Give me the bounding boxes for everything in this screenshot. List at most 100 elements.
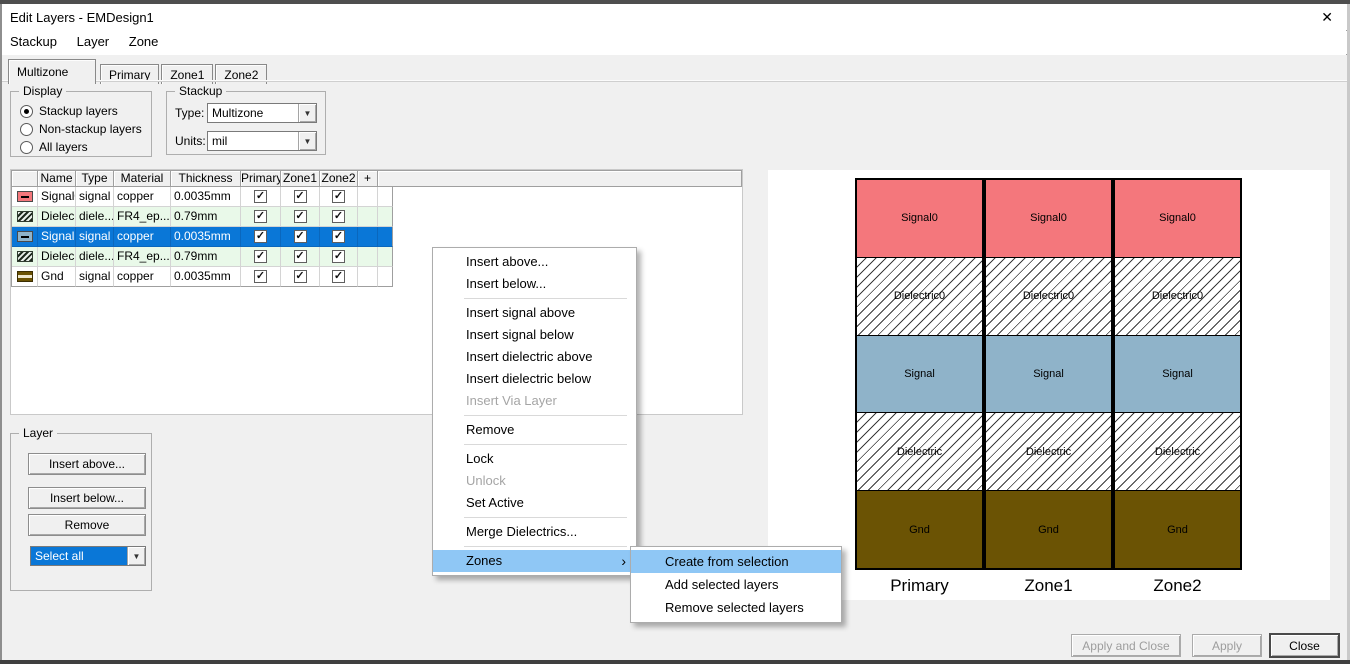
zones-submenu: Create from selection Add selected layer… bbox=[630, 546, 842, 623]
header-type[interactable]: Type bbox=[76, 171, 114, 187]
layer-group-label: Layer bbox=[19, 426, 57, 440]
tab-zone1[interactable]: Zone1 bbox=[161, 64, 213, 84]
menu-item-set-active[interactable]: Set Active bbox=[433, 492, 636, 514]
layer-context-menu: Insert above... Insert below... Insert s… bbox=[432, 247, 637, 576]
table-row-dielectric[interactable]: Dielec... diele... FR4_ep... 0.79mm ✓ ✓ … bbox=[12, 247, 393, 267]
preview-layer-gnd: Gnd bbox=[857, 490, 982, 568]
menu-item-insert-dielectric-below[interactable]: Insert dielectric below bbox=[433, 368, 636, 390]
table-row-signal-selected[interactable]: Signal signal copper 0.0035mm ✓ ✓ ✓ bbox=[12, 227, 393, 247]
select-all-dropdown[interactable]: Select all ▼ bbox=[30, 546, 146, 566]
header-material[interactable]: Material bbox=[114, 171, 171, 187]
zone1-checkbox[interactable]: ✓ bbox=[294, 230, 307, 243]
preview-layer-signal0: Signal0 bbox=[1115, 180, 1240, 257]
apply-button: Apply bbox=[1192, 634, 1262, 657]
preview-layer-signal0: Signal0 bbox=[986, 180, 1111, 257]
chevron-down-icon[interactable]: ▼ bbox=[298, 104, 316, 122]
menu-item-insert-signal-above[interactable]: Insert signal above bbox=[433, 302, 636, 324]
zone2-checkbox[interactable]: ✓ bbox=[332, 190, 345, 203]
cell-thickness: 0.79mm bbox=[171, 247, 241, 267]
header-primary[interactable]: Primary bbox=[241, 171, 281, 187]
zone1-checkbox[interactable]: ✓ bbox=[294, 250, 307, 263]
units-label: Units: bbox=[175, 134, 206, 148]
menu-stackup[interactable]: Stackup bbox=[2, 31, 65, 49]
menu-item-merge-dielectrics[interactable]: Merge Dielectrics... bbox=[433, 521, 636, 543]
cell-thickness: 0.0035mm bbox=[171, 187, 241, 207]
apply-and-close-button: Apply and Close bbox=[1071, 634, 1181, 657]
preview-layer-gnd: Gnd bbox=[986, 490, 1111, 568]
stackup-type-value: Multizone bbox=[208, 106, 298, 120]
preview-layer-signal: Signal bbox=[1115, 335, 1240, 413]
primary-checkbox[interactable]: ✓ bbox=[254, 270, 267, 283]
tab-primary[interactable]: Primary bbox=[100, 64, 159, 84]
primary-checkbox[interactable]: ✓ bbox=[254, 250, 267, 263]
chevron-down-icon[interactable]: ▼ bbox=[127, 547, 145, 565]
zone1-checkbox[interactable]: ✓ bbox=[294, 190, 307, 203]
menu-item-lock[interactable]: Lock bbox=[433, 448, 636, 470]
zone-label-primary: Primary bbox=[855, 576, 984, 596]
zone2-checkbox[interactable]: ✓ bbox=[332, 210, 345, 223]
menu-layer[interactable]: Layer bbox=[69, 31, 118, 49]
menu-separator bbox=[464, 298, 627, 299]
menu-item-insert-dielectric-above[interactable]: Insert dielectric above bbox=[433, 346, 636, 368]
cell-thickness: 0.79mm bbox=[171, 207, 241, 227]
cell-name: Dielec... bbox=[38, 207, 76, 227]
menu-item-insert-signal-below[interactable]: Insert signal below bbox=[433, 324, 636, 346]
menu-item-zones[interactable]: Zones › bbox=[433, 550, 636, 572]
menu-zone[interactable]: Zone bbox=[121, 31, 167, 49]
primary-checkbox[interactable]: ✓ bbox=[254, 230, 267, 243]
tab-multizone[interactable]: Multizone bbox=[8, 59, 96, 84]
chevron-down-icon[interactable]: ▼ bbox=[298, 132, 316, 150]
table-row-gnd[interactable]: Gnd signal copper 0.0035mm ✓ ✓ ✓ bbox=[12, 267, 393, 287]
menu-item-remove[interactable]: Remove bbox=[433, 419, 636, 441]
zone-label-zone1: Zone1 bbox=[984, 576, 1113, 596]
table-row-signal0[interactable]: Signal0 signal copper 0.0035mm ✓ ✓ ✓ bbox=[12, 187, 393, 207]
menu-item-add-selected-layers[interactable]: Add selected layers bbox=[631, 573, 841, 596]
remove-button[interactable]: Remove bbox=[28, 514, 146, 536]
stackup-type-select[interactable]: Multizone ▼ bbox=[207, 103, 317, 123]
zone2-checkbox[interactable]: ✓ bbox=[332, 270, 345, 283]
layer-groupbox: Layer Insert above... Insert below... Re… bbox=[10, 433, 152, 591]
menu-item-unlock: Unlock bbox=[433, 470, 636, 492]
header-zone2[interactable]: Zone2 bbox=[320, 171, 358, 187]
menu-item-remove-selected-layers[interactable]: Remove selected layers bbox=[631, 596, 841, 619]
insert-below-button[interactable]: Insert below... bbox=[28, 487, 146, 509]
menu-item-zones-label: Zones bbox=[466, 553, 502, 568]
header-zone1[interactable]: Zone1 bbox=[281, 171, 320, 187]
cell-thickness: 0.0035mm bbox=[171, 227, 241, 247]
header-name[interactable]: Name bbox=[38, 171, 76, 187]
radio-label: Non-stackup layers bbox=[39, 122, 142, 136]
stackup-group-label: Stackup bbox=[175, 84, 226, 98]
close-icon[interactable]: ✕ bbox=[1321, 9, 1333, 25]
cell-type: signal bbox=[76, 267, 114, 287]
radio-unselected-icon[interactable] bbox=[20, 141, 33, 154]
insert-above-button[interactable]: Insert above... bbox=[28, 453, 146, 475]
zone1-checkbox[interactable]: ✓ bbox=[294, 210, 307, 223]
header-swatch-column[interactable] bbox=[12, 171, 38, 187]
radio-non-stackup-layers[interactable]: Non-stackup layers bbox=[11, 120, 151, 138]
menu-item-insert-below[interactable]: Insert below... bbox=[433, 273, 636, 295]
tab-zone2[interactable]: Zone2 bbox=[215, 64, 267, 84]
radio-unselected-icon[interactable] bbox=[20, 123, 33, 136]
preview-column-primary: Signal0 Dielectric0 Signal Dielectric Gn… bbox=[855, 178, 984, 570]
radio-selected-icon[interactable] bbox=[20, 105, 33, 118]
primary-checkbox[interactable]: ✓ bbox=[254, 210, 267, 223]
primary-checkbox[interactable]: ✓ bbox=[254, 190, 267, 203]
menu-item-insert-above[interactable]: Insert above... bbox=[433, 251, 636, 273]
zone2-checkbox[interactable]: ✓ bbox=[332, 230, 345, 243]
zone2-checkbox[interactable]: ✓ bbox=[332, 250, 345, 263]
zone1-checkbox[interactable]: ✓ bbox=[294, 270, 307, 283]
header-add-zone[interactable]: + bbox=[358, 171, 378, 187]
header-thickness[interactable]: Thickness bbox=[171, 171, 241, 187]
dielectric-layer-swatch-icon bbox=[17, 211, 33, 222]
radio-all-layers[interactable]: All layers bbox=[11, 138, 151, 156]
cell-name: Dielec... bbox=[38, 247, 76, 267]
stackup-units-select[interactable]: mil ▼ bbox=[207, 131, 317, 151]
close-button[interactable]: Close bbox=[1269, 633, 1340, 658]
cell-material: copper bbox=[114, 227, 171, 247]
radio-stackup-layers[interactable]: Stackup layers bbox=[11, 102, 151, 120]
zone-label-zone2: Zone2 bbox=[1113, 576, 1242, 596]
menu-item-create-from-selection[interactable]: Create from selection bbox=[631, 550, 841, 573]
table-row-dielectric0[interactable]: Dielec... diele... FR4_ep... 0.79mm ✓ ✓ … bbox=[12, 207, 393, 227]
cell-material: FR4_ep... bbox=[114, 247, 171, 267]
window-title: Edit Layers - EMDesign1 bbox=[10, 10, 154, 25]
